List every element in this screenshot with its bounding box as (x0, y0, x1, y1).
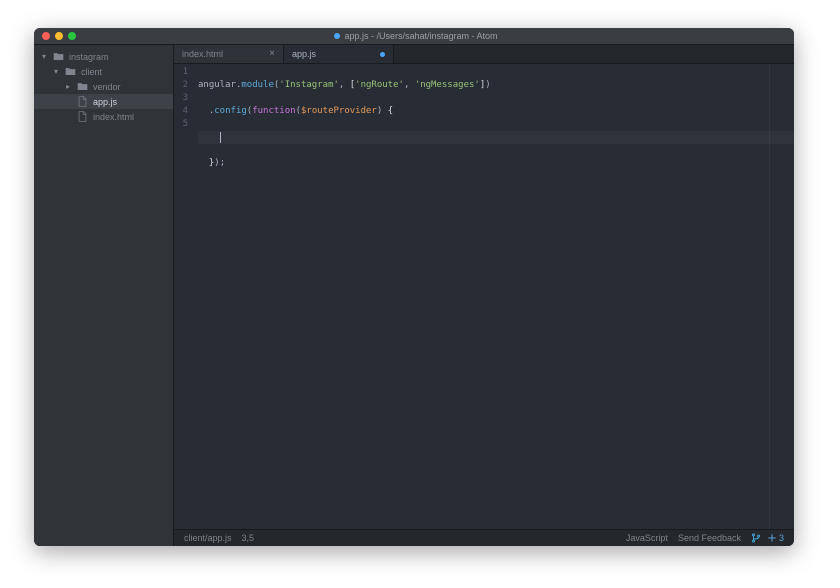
tree-file-appjs[interactable]: app.js (34, 94, 173, 109)
tree-label: vendor (93, 82, 121, 92)
tab-appjs[interactable]: app.js (284, 45, 394, 63)
tree-label: instagram (69, 52, 109, 62)
file-icon (77, 96, 88, 107)
tree-label: index.html (93, 112, 134, 122)
chevron-down-icon[interactable]: ▾ (52, 67, 60, 76)
close-icon[interactable]: × (269, 49, 275, 59)
status-filepath[interactable]: client/app.js (184, 533, 232, 543)
file-icon (77, 111, 88, 122)
window-title: app.js - /Users/sahat/instagram - Atom (46, 31, 786, 41)
titlebar: app.js - /Users/sahat/instagram - Atom (34, 28, 794, 45)
tree-file-indexhtml[interactable]: index.html (34, 109, 173, 124)
folder-icon (77, 81, 88, 92)
line-gutter: 1 2 3 4 5 (174, 64, 194, 529)
tree-label: client (81, 67, 102, 77)
status-bar: client/app.js 3,5 JavaScript Send Feedba… (174, 529, 794, 546)
tab-label: index.html (182, 49, 261, 59)
tree-root[interactable]: ▾ instagram (34, 49, 173, 64)
folder-icon (53, 51, 64, 62)
status-cursor[interactable]: 3,5 (242, 533, 255, 543)
chevron-down-icon[interactable]: ▾ (40, 52, 48, 61)
code-line (198, 183, 794, 196)
window-title-text: app.js - /Users/sahat/instagram - Atom (344, 31, 497, 41)
git-branch-icon (751, 533, 761, 543)
code-line (198, 131, 794, 144)
chevron-right-icon[interactable]: ▸ (64, 82, 72, 91)
tab-indexhtml[interactable]: index.html × (174, 45, 284, 63)
git-diff-icon: 3 (767, 533, 784, 543)
text-cursor (220, 132, 221, 143)
editor-pane: index.html × app.js 1 2 3 4 5 (174, 45, 794, 546)
code-editor[interactable]: 1 2 3 4 5 angular.module('Instagram', ['… (174, 64, 794, 529)
tree-label: app.js (93, 97, 117, 107)
code-line: angular.module('Instagram', ['ngRoute', … (198, 79, 794, 92)
editor-window: app.js - /Users/sahat/instagram - Atom ▾… (34, 28, 794, 546)
line-number: 4 (174, 105, 188, 118)
line-number: 5 (174, 118, 188, 131)
status-git[interactable]: 3 (751, 533, 784, 543)
code-area[interactable]: angular.module('Instagram', ['ngRoute', … (194, 64, 794, 529)
code-line: .config(function($routeProvider) { (198, 105, 794, 118)
status-feedback[interactable]: Send Feedback (678, 533, 741, 543)
line-number: 3 (174, 92, 188, 105)
modified-dot-icon (334, 33, 340, 39)
status-language[interactable]: JavaScript (626, 533, 668, 543)
modified-dot-icon (380, 52, 385, 57)
tab-bar: index.html × app.js (174, 45, 794, 64)
code-line: }); (198, 157, 794, 170)
tree-folder-client[interactable]: ▾ client (34, 64, 173, 79)
folder-icon (65, 66, 76, 77)
line-number: 1 (174, 66, 188, 79)
file-tree[interactable]: ▾ instagram ▾ client ▸ (34, 45, 174, 546)
tree-folder-vendor[interactable]: ▸ vendor (34, 79, 173, 94)
line-number: 2 (174, 79, 188, 92)
tab-label: app.js (292, 49, 372, 59)
git-diff-count: 3 (779, 533, 784, 543)
